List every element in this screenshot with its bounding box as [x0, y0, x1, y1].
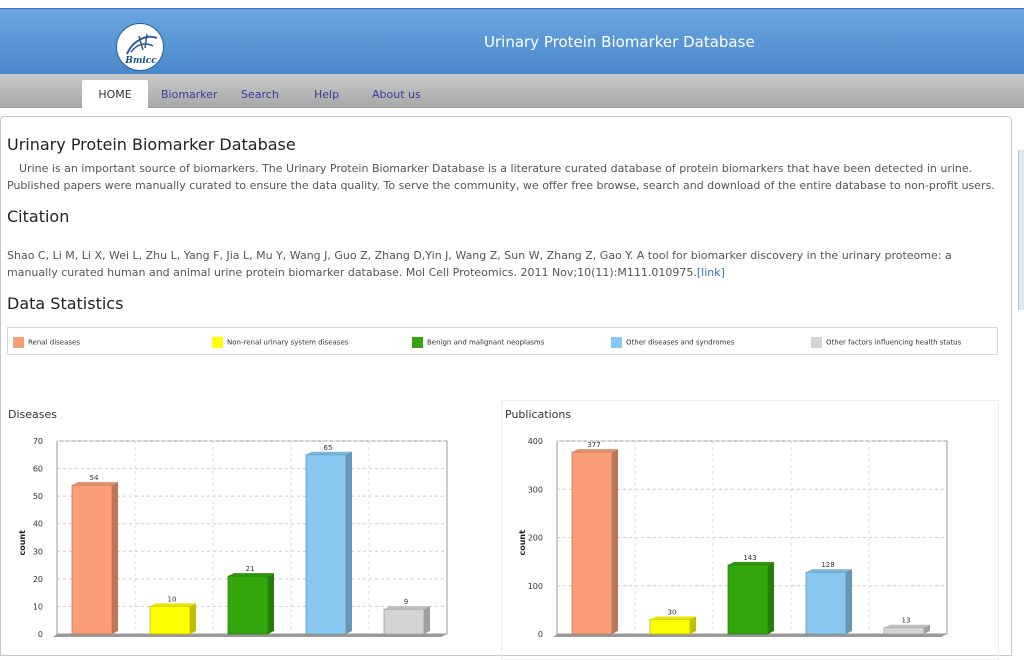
bar-value-label: 143: [743, 554, 756, 562]
page-title: Urinary Protein Biomarker Database: [7, 135, 296, 154]
bar: [383, 608, 425, 635]
bar-side: [268, 573, 274, 634]
y-tick-label: 100: [528, 582, 543, 591]
bar: [305, 454, 347, 635]
legend-label: Renal diseases: [28, 338, 80, 347]
bar-value-label: 10: [168, 595, 177, 603]
chart-floor: [553, 634, 947, 637]
bar-side: [190, 603, 196, 634]
legend-item-other-factors: Other factors influencing health status: [811, 337, 961, 348]
bar-side: [768, 562, 774, 634]
citation-text: Shao C, Li M, Li X, Wei L, Zhu L, Yang F…: [7, 249, 952, 279]
nav-home[interactable]: HOME: [82, 80, 148, 109]
bar-side: [846, 569, 852, 634]
bar-value-label: 377: [587, 441, 600, 449]
window-top-strip: [0, 0, 1024, 8]
chart-floor: [53, 634, 447, 637]
bar-value-label: 54: [90, 474, 99, 482]
bar-top: [150, 603, 196, 607]
y-tick-label: 10: [33, 602, 43, 611]
publications-chart: 0 100 200 300 400 count 377 30 143 128 13: [518, 437, 948, 639]
bar-value-label: 30: [668, 609, 677, 617]
y-tick-label: 0: [38, 630, 43, 639]
legend-swatch: [811, 337, 822, 348]
y-axis-label: count: [518, 530, 527, 556]
bar-top: [72, 482, 118, 486]
bar: [71, 484, 113, 635]
legend-swatch: [412, 337, 423, 348]
bar-top: [306, 451, 352, 455]
nav-help[interactable]: Help: [314, 88, 339, 101]
bar-side: [346, 451, 352, 634]
bar-value-label: 9: [404, 598, 408, 606]
y-tick-label: 200: [528, 534, 543, 543]
citation-paragraph: Shao C, Li M, Li X, Wei L, Zhu L, Yang F…: [7, 247, 1003, 281]
bar-top: [728, 562, 774, 566]
chart-legend: Renal diseases Non-renal urinary system …: [7, 327, 998, 355]
y-tick-label: 30: [33, 547, 43, 556]
legend-item-renal: Renal diseases: [13, 337, 80, 348]
bar: [805, 571, 847, 635]
y-tick-label: 60: [33, 465, 43, 474]
bar: [649, 619, 691, 635]
bar-value-label: 128: [821, 561, 834, 569]
y-tick-label: 400: [528, 437, 543, 446]
bar: [883, 627, 925, 635]
bar-value-label: 21: [246, 565, 255, 573]
legend-swatch: [611, 337, 622, 348]
bar-side: [612, 449, 618, 634]
bar: [571, 451, 613, 635]
bar: [227, 575, 269, 635]
stats-heading: Data Statistics: [7, 294, 124, 313]
bmicc-logo[interactable]: Bmicc: [116, 23, 164, 71]
bar: [149, 606, 191, 635]
y-tick-label: 0: [538, 630, 543, 639]
bar: [727, 564, 769, 635]
legend-label: Other factors influencing health status: [826, 338, 962, 347]
legend-item-non-renal: Non-renal urinary system diseases: [212, 337, 348, 348]
scrollbar-edge[interactable]: [1018, 150, 1024, 310]
y-axis-label: count: [18, 530, 27, 556]
bar-side: [690, 616, 696, 634]
legend-swatch: [13, 337, 24, 348]
site-header: Bmicc Urinary Protein Biomarker Database: [0, 8, 1024, 74]
citation-link[interactable]: [link]: [697, 266, 725, 279]
site-title: Urinary Protein Biomarker Database: [484, 33, 755, 51]
main-content: Urinary Protein Biomarker Database Urine…: [0, 116, 1012, 660]
legend-label: Other diseases and syndromes: [626, 338, 735, 347]
bar-value-label: 65: [324, 444, 333, 452]
bar-value-label: 13: [902, 617, 911, 625]
bar-top: [650, 616, 696, 620]
intro-paragraph: Urine is an important source of biomarke…: [7, 162, 995, 192]
bar-top: [384, 606, 430, 610]
legend-item-other-diseases: Other diseases and syndromes: [611, 337, 734, 348]
legend-label: Non-renal urinary system diseases: [227, 338, 349, 347]
logo-text: Bmicc: [125, 56, 157, 66]
bar-top: [228, 573, 274, 577]
legend-swatch: [212, 337, 223, 348]
y-tick-label: 50: [33, 492, 43, 501]
y-tick-label: 300: [528, 485, 543, 494]
y-tick-label: 40: [33, 520, 43, 529]
bar-side: [424, 606, 430, 634]
legend-label: Benign and malignant neoplasms: [427, 338, 545, 347]
bar-top: [884, 624, 930, 628]
diseases-chart-title: Diseases: [8, 408, 57, 421]
main-nav: HOME Biomarker Search Help About us: [0, 74, 1024, 109]
citation-heading: Citation: [7, 207, 70, 226]
bar-side: [112, 482, 118, 634]
nav-search[interactable]: Search: [241, 88, 279, 101]
y-tick-label: 20: [33, 575, 43, 584]
nav-biomarker[interactable]: Biomarker: [161, 88, 218, 101]
bar-top: [806, 569, 852, 573]
legend-item-neoplasms: Benign and malignant neoplasms: [412, 337, 544, 348]
publications-chart-title: Publications: [505, 408, 572, 421]
diseases-chart: 0 10 20 30 40 50 60 70 count 54 10 21 65 9: [18, 437, 448, 639]
y-tick-label: 70: [33, 437, 43, 446]
bar-top: [572, 449, 618, 453]
nav-about-us[interactable]: About us: [372, 88, 421, 101]
